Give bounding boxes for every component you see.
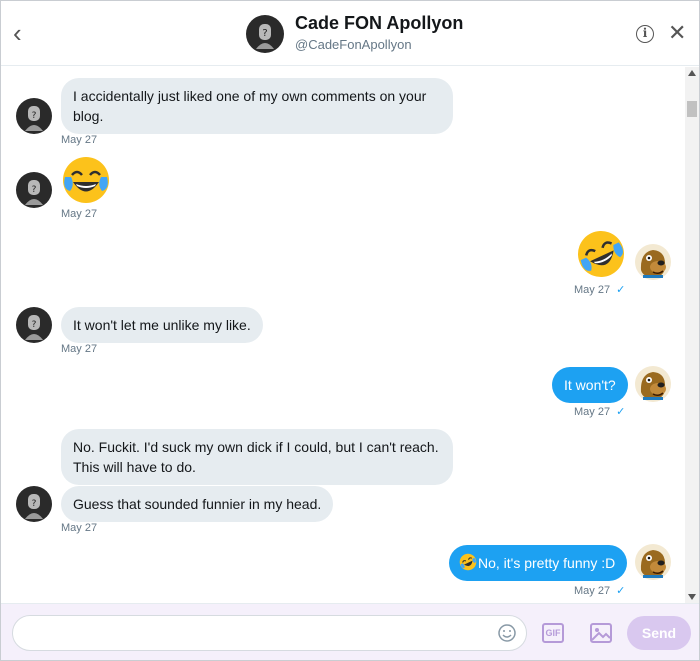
contact-name[interactable]: Cade FON Apollyon (295, 13, 463, 34)
message-bubble[interactable]: It won't? (552, 367, 628, 403)
message-timestamp: May 27 ✓ (574, 585, 626, 597)
message-composer: GIF Send (1, 603, 699, 660)
emoji-picker-icon[interactable] (497, 623, 517, 643)
contact-handle: @CadeFonApollyon (295, 37, 412, 52)
message-bubble[interactable]: No, it's pretty funny :D (449, 545, 628, 581)
rofl-emoji-icon (459, 553, 477, 571)
contact-avatar[interactable]: ? (16, 98, 52, 134)
info-icon[interactable]: i (636, 25, 654, 43)
message-text: It won't? (564, 377, 616, 393)
message-text: blog. (73, 108, 104, 124)
own-avatar[interactable] (635, 366, 671, 402)
sent-check-icon: ✓ (616, 284, 626, 296)
gif-button[interactable]: GIF (542, 623, 564, 643)
close-icon[interactable]: ✕ (668, 21, 686, 45)
message-timestamp: May 27 ✓ (574, 406, 626, 418)
message-list: ? I accidentally just liked one of my ow… (1, 67, 685, 603)
joy-emoji-icon (63, 157, 109, 203)
contact-avatar[interactable]: ? (16, 307, 52, 343)
back-arrow-icon[interactable]: ‹ (13, 19, 39, 47)
message-bubble[interactable]: It won't let me unlike my like. (61, 307, 263, 343)
message-list-scrollbar[interactable] (685, 67, 699, 603)
message-timestamp: May 27 (61, 343, 98, 355)
scroll-up-arrow-icon[interactable] (688, 70, 696, 76)
message-timestamp: May 27 (61, 522, 98, 534)
message-timestamp: May 27 ✓ (574, 284, 626, 296)
contact-avatar[interactable]: ? (246, 15, 284, 53)
contact-avatar[interactable]: ? (16, 486, 52, 522)
message-text: It won't let me unlike my like. (73, 317, 251, 333)
sent-check-icon: ✓ (616, 406, 626, 418)
scrollbar-thumb[interactable] (687, 101, 697, 117)
dm-window: ‹ ? Cade FON Apollyon @CadeFonApollyon i… (0, 0, 700, 661)
message-input[interactable] (12, 615, 527, 651)
contact-avatar[interactable]: ? (16, 172, 52, 208)
own-avatar[interactable] (635, 544, 671, 580)
scroll-down-arrow-icon[interactable] (688, 594, 696, 600)
message-text: No, it's pretty funny :D (478, 555, 616, 571)
message-bubble[interactable]: Guess that sounded funnier in my head. (61, 486, 334, 522)
svg-text:?: ? (32, 320, 37, 330)
rofl-emoji-icon (578, 231, 624, 277)
message-bubble[interactable]: I accidentally just liked one of my own … (61, 78, 453, 134)
svg-text:?: ? (262, 28, 267, 39)
send-button[interactable]: Send (627, 616, 691, 650)
message-text: I accidentally just liked one of my own … (73, 88, 427, 104)
message-text: Guess that sounded funnier in my head. (73, 496, 322, 512)
sent-check-icon: ✓ (616, 585, 626, 597)
svg-text:?: ? (32, 185, 37, 195)
conversation-header: ‹ ? Cade FON Apollyon @CadeFonApollyon i… (1, 1, 699, 66)
message-timestamp: May 27 (61, 208, 98, 220)
message-bubble[interactable]: No. Fuckit. I'd suck my own dick if I co… (61, 429, 453, 485)
message-text: This will have to do. (73, 459, 196, 475)
svg-text:?: ? (32, 499, 37, 509)
svg-text:?: ? (32, 111, 37, 121)
message-timestamp: May 27 (61, 134, 98, 146)
own-avatar[interactable] (635, 244, 671, 280)
message-text: No. Fuckit. I'd suck my own dick if I co… (73, 439, 439, 455)
image-upload-icon[interactable] (589, 622, 613, 644)
